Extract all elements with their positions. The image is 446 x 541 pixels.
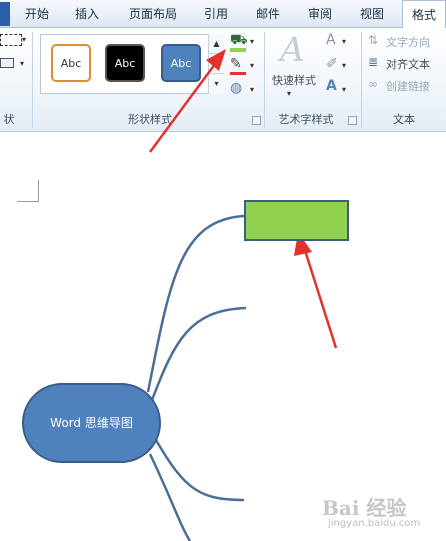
text-effects-icon[interactable]: A [326,78,337,94]
text-fill-icon[interactable]: A [326,32,336,48]
tab-review[interactable]: 审阅 [300,0,340,28]
tab-format[interactable]: 格式 [402,0,446,30]
group-label-wordart-styles: 艺术字样式 [278,113,334,126]
chevron-down-icon[interactable]: ▾ [250,34,254,50]
chevron-down-icon[interactable]: ▾ [342,82,346,98]
group-label-shape-styles: 形状样式 [128,113,172,126]
chevron-down-icon[interactable]: ▾ [342,58,346,74]
shape-style-gallery: Abc Abc Abc [40,34,224,94]
group-separator [264,32,265,128]
ribbon: ▾ ▾ 状 Abc Abc Abc ▲ ▼ ▾ ⛟ ▾ ✎ ▾ ◍ ▾ 形状样式… [0,28,446,132]
shape-style-swatch-black[interactable]: Abc [105,44,145,82]
annotation-arrow [301,243,338,349]
align-text-icon[interactable]: ≣ [368,54,378,70]
shape-style-swatch-blue[interactable]: Abc [161,44,201,82]
wordart-launcher-icon[interactable] [348,116,357,125]
shape-effects-icon[interactable]: ◍ [230,80,242,96]
shape-outline-pen-icon[interactable]: ✎ [230,56,242,72]
link-icon[interactable]: ∞ [368,76,378,92]
tab-insert[interactable]: 插入 [66,0,108,28]
connector-line [154,439,245,502]
group-separator [32,32,33,128]
page-margin-corner [17,180,39,202]
outline-color-bar [230,72,246,75]
text-outline-icon[interactable]: ✐ [326,56,338,72]
align-text-button[interactable]: 对齐文本 [386,56,430,72]
tab-home[interactable]: 开始 [16,0,58,28]
shape-fill-bucket-icon[interactable]: ⛟ [230,32,248,48]
mindmap-center-node[interactable]: Word 思维导图 [22,383,161,463]
gallery-scroll[interactable]: ▲ ▼ ▾ [208,34,224,94]
text-box-icon[interactable] [0,58,14,68]
shape-style-swatch-outline[interactable]: Abc [51,44,91,82]
fill-color-bar [230,48,246,52]
tab-view[interactable]: 视图 [352,0,392,28]
quick-styles-label[interactable]: 快速样式 [272,72,316,88]
mindmap-branch-node-selected[interactable] [244,200,349,241]
shape-edit-icon[interactable] [0,34,22,46]
create-link-button[interactable]: 创建链接 [386,78,430,94]
chevron-down-icon[interactable]: ▾ [22,32,26,48]
gallery-more-icon[interactable]: ▾ [209,74,224,94]
watermark-url: jingyan.baidu.com [328,518,421,529]
connector-line [148,453,192,541]
chevron-down-icon[interactable]: ▾ [250,82,254,98]
chevron-down-icon[interactable]: ▾ [342,34,346,50]
tab-mailings[interactable]: 邮件 [248,0,288,28]
baidu-watermark: Bai 经验 jingyan.baidu.com [322,488,442,538]
connector-line [146,214,245,393]
group-label-text: 文本 [393,113,415,126]
chevron-down-icon[interactable]: ▾ [250,58,254,74]
connector-line [150,306,247,401]
group-label-shapes: 状 [3,113,15,126]
ribbon-tab-bar: 开始 插入 页面布局 引用 邮件 审阅 视图 格式 [0,0,446,30]
text-direction-button[interactable]: 文字方向 [386,34,430,50]
file-tab-stub[interactable] [0,2,10,26]
wordart-a-icon[interactable]: A [280,32,305,68]
shape-styles-launcher-icon[interactable] [252,116,261,125]
tab-page-layout[interactable]: 页面布局 [120,0,186,28]
gallery-up-icon[interactable]: ▲ [209,34,224,54]
watermark-brand: Bai 经验 [322,496,407,520]
chevron-down-icon[interactable]: ▾ [20,56,24,72]
chevron-down-icon[interactable]: ▾ [287,86,291,102]
tab-references[interactable]: 引用 [196,0,236,28]
gallery-down-icon[interactable]: ▼ [209,54,224,74]
text-direction-icon[interactable]: ⇅ [368,32,378,48]
